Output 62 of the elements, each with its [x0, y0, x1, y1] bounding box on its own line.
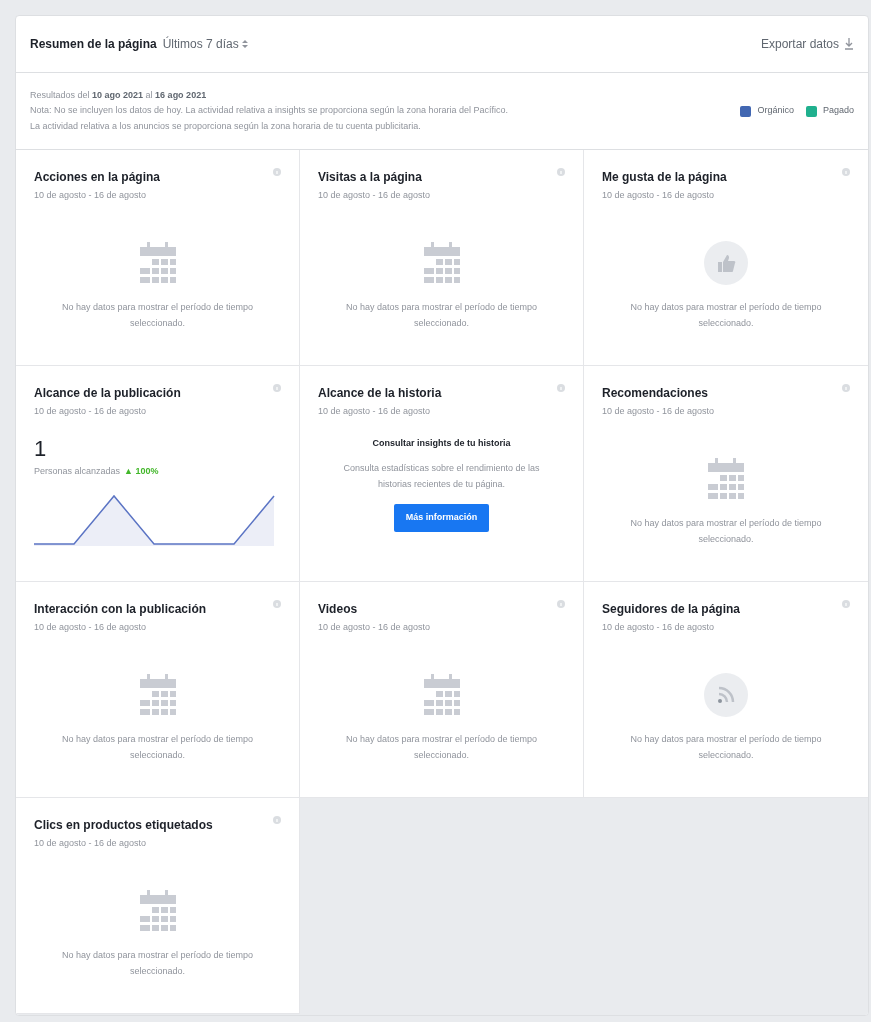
note-text: Nota: No se incluyen los datos de hoy. La actividad relativa a insights se proporciona según la zona horaria del Pacífico. [30, 104, 509, 118]
info-icon[interactable] [842, 384, 850, 392]
export-button[interactable]: Exportar datos [760, 35, 854, 53]
results-range: Resultados del 10 ago 2021 al 16 ago 2021 [30, 88, 208, 102]
metric-value: 1 [34, 434, 48, 463]
legend-label: Pagado [822, 104, 854, 118]
info-icon[interactable] [557, 384, 565, 392]
calendar-icon [421, 672, 462, 717]
empty-message: No hay datos para mostrar el período de tiempo seleccionado. [629, 300, 823, 330]
metric-label: Personas alcanzadas [34, 464, 121, 478]
date-range: 10 de agosto - 16 de agosto [34, 405, 148, 418]
caret-icon [241, 40, 248, 48]
empty-message: No hay datos para mostrar el período de tiempo seleccionado. [344, 732, 539, 762]
card-title: Videos [318, 601, 358, 618]
calendar-icon [137, 672, 178, 717]
more-info-button[interactable]: Más información [393, 504, 490, 532]
calendar-icon [137, 888, 178, 933]
info-icon[interactable] [557, 168, 565, 176]
panel-title: Resumen de la página [30, 36, 157, 53]
empty-message: No hay datos para mostrar el período de tiempo seleccionado. [344, 300, 539, 330]
date-range: 10 de agosto - 16 de agosto [318, 405, 432, 418]
card-title: Me gusta de la página [602, 169, 727, 186]
empty-message: No hay datos para mostrar el período de tiempo seleccionado. [629, 516, 823, 546]
calendar-icon [421, 240, 462, 285]
empty-message: No hay datos para mostrar el período de tiempo seleccionado. [60, 948, 255, 978]
calendar-icon [706, 456, 746, 501]
info-icon[interactable] [557, 600, 565, 608]
card-title: Clics en productos etiquetados [34, 817, 213, 834]
date-range: 10 de agosto - 16 de agosto [318, 189, 432, 202]
date-range: 10 de agosto - 16 de agosto [34, 837, 148, 850]
info-icon[interactable] [273, 168, 281, 176]
card-title: Interacción con la publicación [34, 601, 207, 618]
info-icon[interactable] [273, 600, 281, 608]
period-dropdown[interactable]: Últimos 7 días [162, 35, 248, 53]
card-title: Alcance de la historia [318, 385, 442, 402]
download-icon [844, 37, 854, 51]
thumbs-up-icon [704, 240, 748, 285]
empty-message: No hay datos para mostrar el período de tiempo seleccionado. [60, 300, 255, 330]
calendar-icon [137, 240, 178, 285]
date-range: 10 de agosto - 16 de agosto [602, 405, 716, 418]
card-title: Acciones en la página [34, 169, 161, 186]
story-description: Consulta estadísticas sobre el rendimiento de las historias recientes de tu página. [342, 462, 541, 491]
date-range: 10 de agosto - 16 de agosto [318, 621, 432, 634]
rss-icon [704, 672, 748, 717]
info-icon[interactable] [842, 168, 850, 176]
date-range: 10 de agosto - 16 de agosto [34, 621, 148, 634]
info-icon[interactable] [273, 816, 281, 824]
change-percent: ▲ 100% [124, 464, 159, 478]
date-range: 10 de agosto - 16 de agosto [602, 189, 716, 202]
info-icon[interactable] [273, 384, 281, 392]
card-title: Seguidores de la página [602, 601, 741, 618]
note-text: La actividad relativa a los anuncios se proporciona según la zona horaria de tu cuenta publicitaria. [30, 119, 422, 133]
card-title: Alcance de la publicación [34, 385, 181, 402]
card-title: Visitas a la página [318, 169, 422, 186]
date-range: 10 de agosto - 16 de agosto [34, 189, 148, 202]
empty-message: No hay datos para mostrar el período de tiempo seleccionado. [60, 732, 255, 762]
story-heading: Consultar insights de tu historia [371, 436, 512, 450]
empty-message: No hay datos para mostrar el período de tiempo seleccionado. [629, 732, 823, 762]
date-range: 10 de agosto - 16 de agosto [602, 621, 716, 634]
info-icon[interactable] [842, 600, 850, 608]
card-title: Recomendaciones [602, 385, 709, 402]
legend-label: Orgánico [757, 104, 794, 118]
